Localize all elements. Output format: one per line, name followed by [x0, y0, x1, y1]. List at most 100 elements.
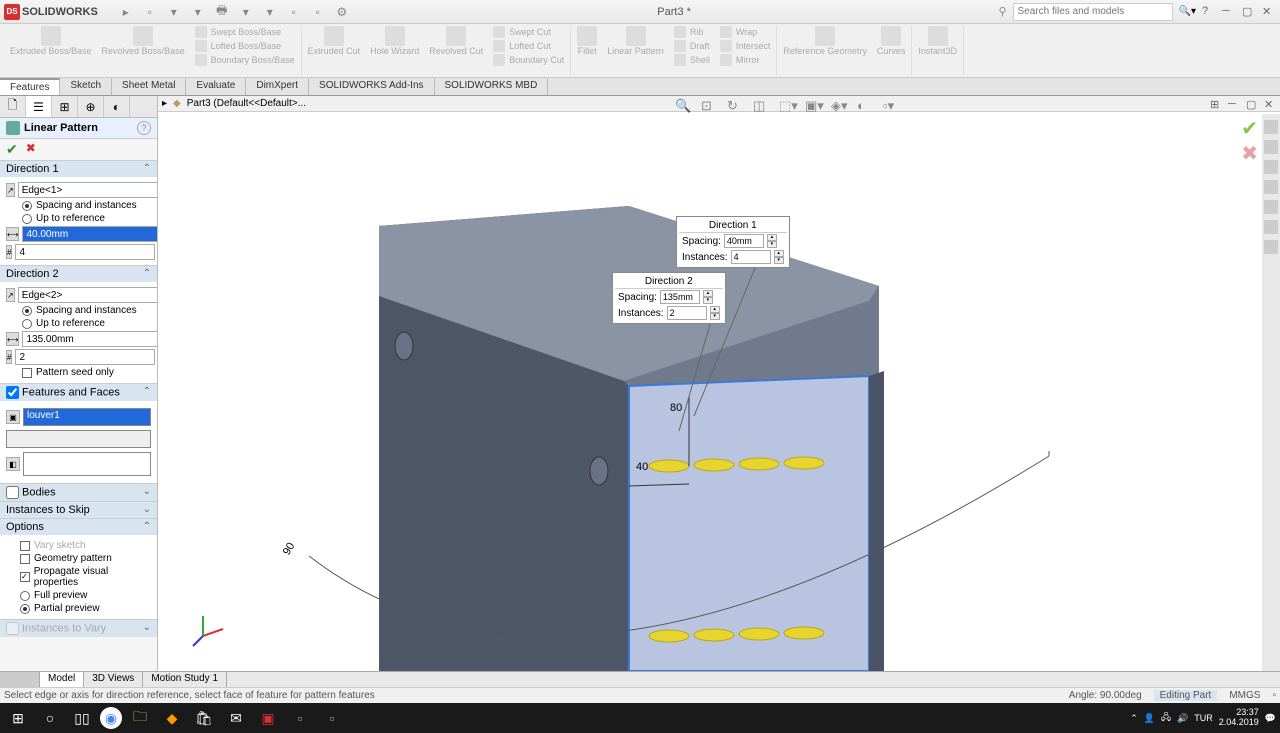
app-icon-1[interactable]: ◆	[158, 705, 186, 731]
maximize-icon[interactable]: ▢	[1242, 5, 1256, 19]
d1-spacing-radio[interactable]	[22, 201, 32, 211]
callout-d2-spacing[interactable]	[660, 290, 700, 304]
shell-button[interactable]: Shell	[674, 54, 710, 66]
swept-boss-button[interactable]: Swept Boss/Base	[195, 26, 295, 38]
notifications-icon[interactable]: 💬	[1265, 713, 1276, 724]
mail-icon[interactable]: ✉	[222, 705, 250, 731]
callout-d1-spacing-spin[interactable]: ▴▾	[767, 234, 777, 248]
appearances-icon[interactable]	[1264, 200, 1278, 214]
panel-tab-feature-tree[interactable]: 🗋	[0, 96, 26, 117]
d2-spacing-input[interactable]	[22, 331, 158, 347]
print-icon[interactable]: 🖶	[214, 4, 230, 20]
callout-d2-spacing-spin[interactable]: ▴▾	[703, 290, 713, 304]
info-icon[interactable]: ?	[137, 121, 151, 135]
tab-mbd[interactable]: SOLIDWORKS MBD	[435, 78, 549, 95]
callout-d2-inst-spin[interactable]: ▴▾	[710, 306, 720, 320]
save-icon[interactable]: ▾	[190, 4, 206, 20]
app-icon-3[interactable]: ▫	[318, 705, 346, 731]
vp-max-icon[interactable]: ▢	[1246, 98, 1260, 112]
instant3d-button[interactable]: Instant3D	[918, 26, 957, 57]
seed-only-checkbox[interactable]	[22, 368, 32, 378]
start-button[interactable]: ⊞	[4, 705, 32, 731]
extruded-boss-button[interactable]: Extruded Boss/Base	[10, 26, 92, 66]
vp-close-icon[interactable]: ✕	[1264, 98, 1278, 112]
apply-scene-icon[interactable]: ▫▾	[883, 98, 901, 116]
zoom-icon[interactable]: 🔍	[675, 98, 693, 116]
confirm-cancel-icon[interactable]: ✖	[1241, 141, 1258, 166]
tray-network-icon[interactable]: 🖧	[1161, 710, 1171, 726]
redo-icon[interactable]: ▾	[262, 4, 278, 20]
tab-sketch[interactable]: Sketch	[60, 78, 112, 95]
geometry-pattern-checkbox[interactable]	[20, 554, 30, 564]
orientation-triad[interactable]	[188, 611, 228, 651]
reverse-direction-icon[interactable]: ↗	[6, 183, 15, 197]
d2-spacing-radio[interactable]	[22, 306, 32, 316]
help-icon[interactable]: ?	[1202, 5, 1216, 19]
bodies-header[interactable]: Bodies⌄	[0, 484, 157, 501]
direction1-header[interactable]: Direction 1⌃	[0, 161, 157, 177]
panel-tab-dimxpert[interactable]: ⊕	[78, 96, 104, 117]
features-header[interactable]: Features and Faces⌃	[0, 384, 157, 401]
graphics-viewport[interactable]: ▸ ◆ Part3 (Default<<Default>... 🔍 ⊡ ↻ ◫ …	[158, 96, 1280, 671]
skip-header[interactable]: Instances to Skip⌄	[0, 502, 157, 518]
swept-cut-button[interactable]: Swept Cut	[493, 26, 564, 38]
tray-up-icon[interactable]: ⌃	[1130, 713, 1138, 724]
view-palette-icon[interactable]	[1264, 180, 1278, 194]
features-selection[interactable]: louver1	[23, 408, 151, 426]
d1-spacing-input[interactable]	[22, 226, 158, 242]
d1-instances-input[interactable]	[15, 244, 155, 260]
confirm-ok-icon[interactable]: ✔	[1241, 116, 1258, 141]
panel-tab-config[interactable]: ⊞	[52, 96, 78, 117]
direction2-edge-input[interactable]	[18, 287, 158, 303]
cancel-button[interactable]: ✖	[26, 141, 36, 158]
mirror-button[interactable]: Mirror	[720, 54, 771, 66]
callout-d1-inst-spin[interactable]: ▴▾	[774, 250, 784, 264]
rebuild-icon[interactable]: ▫	[310, 4, 326, 20]
solidworks-task-icon[interactable]: ▣	[254, 705, 282, 731]
app-icon-2[interactable]: ▫	[286, 705, 314, 731]
panel-tab-property-manager[interactable]: ☰	[26, 96, 52, 117]
section-icon[interactable]: ◫	[753, 98, 771, 116]
store-icon[interactable]: 🛍	[190, 705, 218, 731]
tab-model[interactable]: Model	[40, 672, 84, 687]
edit-appearance-icon[interactable]: ◐	[857, 98, 875, 116]
rotate-icon[interactable]: ↻	[727, 98, 745, 116]
status-extra-icon[interactable]: ▫	[1272, 690, 1276, 701]
direction1-edge-input[interactable]	[18, 182, 158, 198]
resources-icon[interactable]	[1264, 120, 1278, 134]
close-icon[interactable]: ✕	[1262, 5, 1276, 19]
callout-d1-inst[interactable]	[731, 250, 771, 264]
reverse-direction2-icon[interactable]: ↗	[6, 288, 15, 302]
d2-reference-radio[interactable]	[22, 319, 32, 329]
intersect-button[interactable]: Intersect	[720, 40, 771, 52]
explorer-icon[interactable]: 🗀	[126, 705, 154, 731]
taskbar-clock[interactable]: 23:37 2.04.2019	[1219, 708, 1259, 728]
d2-instances-input[interactable]	[15, 349, 155, 365]
d1-reference-radio[interactable]	[22, 214, 32, 224]
chrome-icon[interactable]: ◉	[100, 707, 122, 729]
search-task-icon[interactable]: ○	[36, 705, 64, 731]
rib-button[interactable]: Rib	[674, 26, 710, 38]
tree-expand-icon[interactable]: ▸	[162, 98, 167, 109]
task-view-icon[interactable]: ▯▯	[68, 705, 96, 731]
tab-controls[interactable]	[0, 672, 40, 687]
curves-button[interactable]: Curves	[877, 26, 906, 57]
boundary-boss-button[interactable]: Boundary Boss/Base	[195, 54, 295, 66]
callout-d2-inst[interactable]	[667, 306, 707, 320]
file-icon[interactable]: ▫	[142, 4, 158, 20]
extruded-cut-button[interactable]: Extruded Cut	[308, 26, 361, 66]
tray-people-icon[interactable]: 👤	[1144, 713, 1155, 724]
tab-3dviews[interactable]: 3D Views	[84, 672, 143, 687]
vp-min-icon[interactable]: ─	[1228, 98, 1242, 112]
status-units[interactable]: MMGS	[1229, 690, 1260, 701]
tab-sheet-metal[interactable]: Sheet Metal	[112, 78, 186, 95]
vary-header[interactable]: Instances to Vary⌄	[0, 620, 157, 637]
tab-motion-study[interactable]: Motion Study 1	[143, 672, 227, 687]
forum-icon[interactable]	[1264, 240, 1278, 254]
lofted-boss-button[interactable]: Lofted Boss/Base	[195, 40, 295, 52]
undo-icon[interactable]: ▾	[238, 4, 254, 20]
model-3d-view[interactable]	[158, 116, 1280, 671]
reference-geometry-button[interactable]: Reference Geometry	[783, 26, 867, 57]
view-orientation-icon[interactable]: ⬚▾	[779, 98, 797, 116]
zoom-fit-icon[interactable]: ⊡	[701, 98, 719, 116]
